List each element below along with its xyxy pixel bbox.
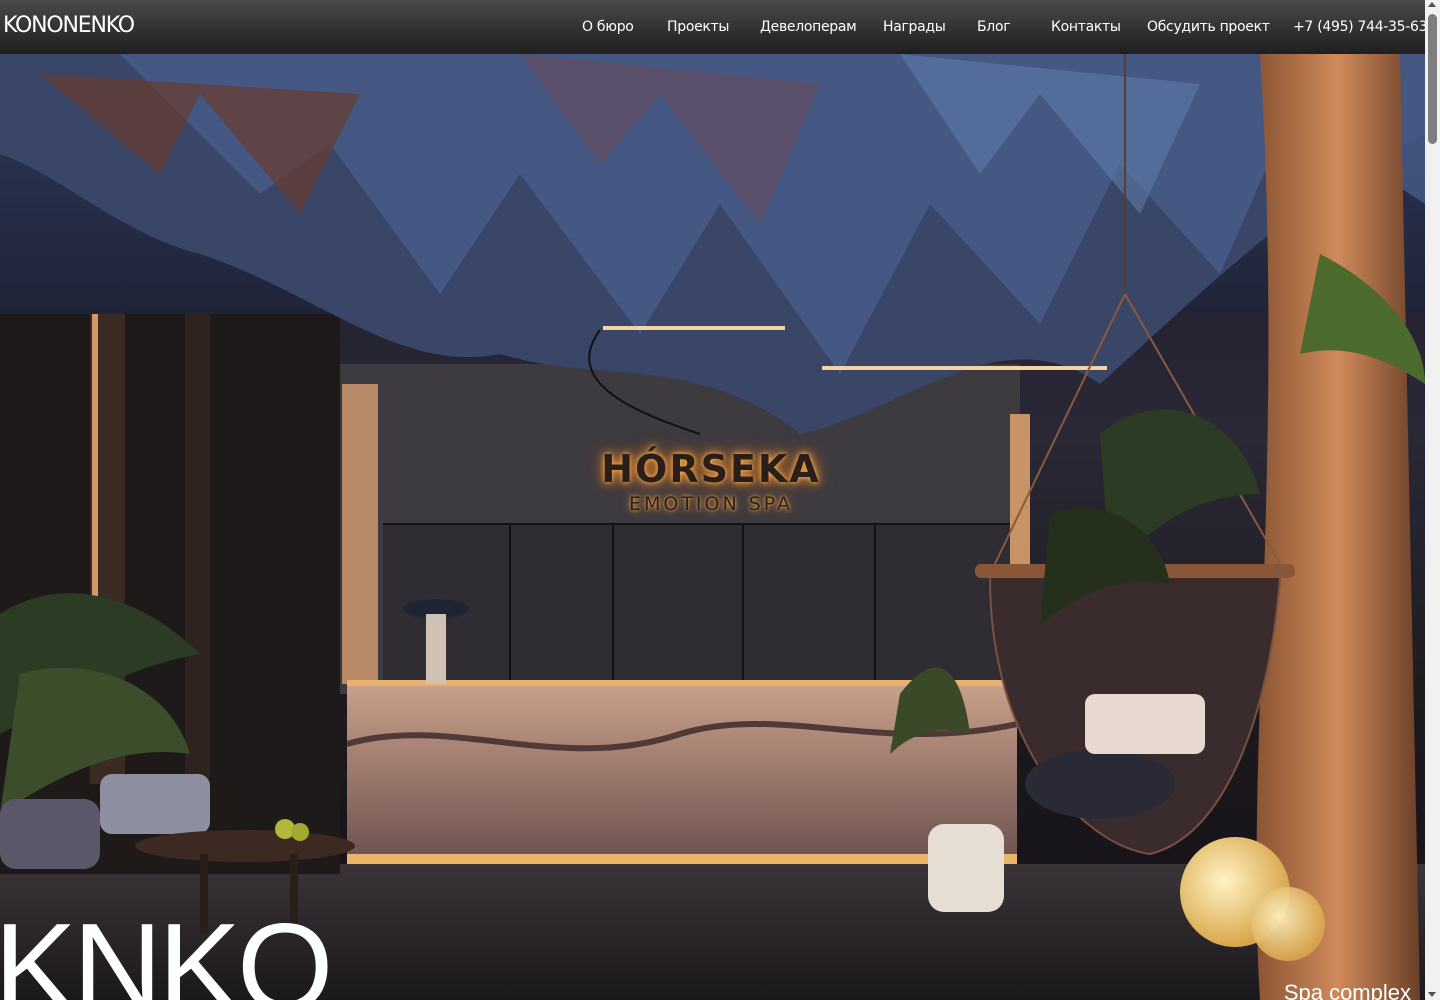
nav-about[interactable]: О бюро [582, 19, 634, 35]
site-header: KONONENKO О бюро Проекты Девелоперам Наг… [0, 0, 1428, 54]
nav-phone[interactable]: +7 (495) 744-35-63 [1293, 19, 1428, 35]
hero-title: KNKO [0, 899, 333, 1000]
scroll-down-arrow-icon[interactable] [1428, 992, 1436, 997]
scroll-thumb[interactable] [1428, 14, 1437, 144]
spa-sign: HÓRSEKA EMOTION SPA [586, 447, 836, 515]
nav-awards[interactable]: Награды [883, 19, 946, 35]
spa-brand-name: HÓRSEKA [601, 447, 821, 491]
nav-contacts[interactable]: Контакты [1051, 19, 1121, 35]
scroll-up-arrow-icon[interactable] [1428, 2, 1436, 7]
hero-image: HÓRSEKA EMOTION SPA KNKO Spa complex [0, 54, 1425, 1000]
nav-discuss-project[interactable]: Обсудить проект [1147, 19, 1270, 35]
page-scrollbar[interactable] [1425, 0, 1440, 1000]
nav-projects[interactable]: Проекты [667, 19, 729, 35]
main-nav: О бюро Проекты Девелоперам Награды Блог … [0, 19, 1428, 37]
nav-blog[interactable]: Блог [977, 19, 1011, 35]
spa-subtitle: EMOTION SPA [628, 493, 794, 515]
spa-interior-illustration [0, 54, 1425, 1000]
project-caption[interactable]: Spa complex [1284, 980, 1411, 1000]
nav-developers[interactable]: Девелоперам [760, 19, 857, 35]
